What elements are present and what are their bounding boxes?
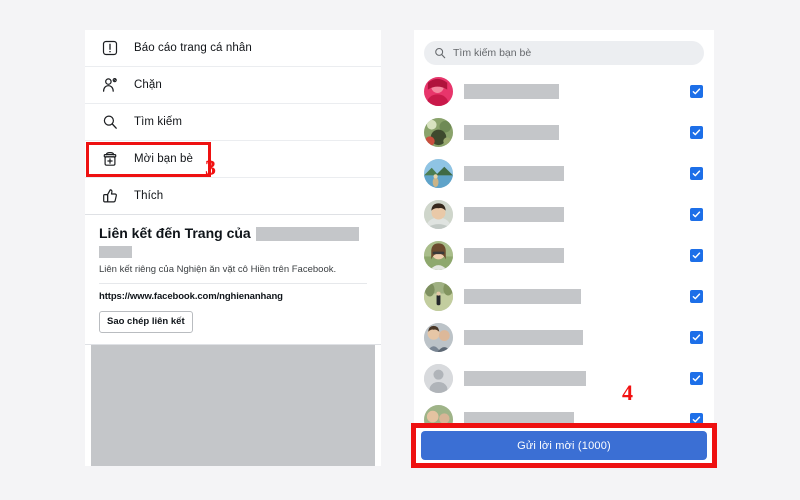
friend-checkbox[interactable] <box>690 249 703 262</box>
avatar-flowers <box>424 118 453 147</box>
report-icon <box>99 37 121 59</box>
menu-item-like[interactable]: Thích <box>85 178 381 215</box>
friend-list-item[interactable] <box>414 317 714 358</box>
redacted-friend-name <box>464 248 564 263</box>
redacted-page-name-line2-wrap <box>99 242 367 260</box>
redacted-friend-name <box>464 371 586 386</box>
friend-checkbox[interactable] <box>690 331 703 344</box>
step-4-annotation: 4 <box>622 380 633 405</box>
redacted-friend-name <box>464 289 581 304</box>
send-invites-button[interactable]: Gửi lời mời (1000) <box>421 431 707 460</box>
friend-list <box>414 71 714 440</box>
redacted-friend-name <box>464 166 564 181</box>
redacted-friend-name <box>464 207 564 222</box>
friend-checkbox[interactable] <box>690 85 703 98</box>
friend-list-item[interactable] <box>414 194 714 235</box>
avatar-default-person <box>424 364 453 393</box>
friend-list-item[interactable] <box>414 276 714 317</box>
friend-list-item[interactable] <box>414 153 714 194</box>
page-options-panel: Báo cáo trang cá nhân Chặn Tìm kiếm Mời … <box>85 30 381 466</box>
invite-friends-panel: Tìm kiếm bạn bè <box>414 30 714 466</box>
friend-checkbox[interactable] <box>690 167 703 180</box>
menu-item-block[interactable]: Chặn <box>85 67 381 104</box>
friend-list-item[interactable] <box>414 112 714 153</box>
menu-item-search[interactable]: Tìm kiếm <box>85 104 381 141</box>
avatar-woman-red <box>424 77 453 106</box>
menu-item-invite-friends[interactable]: Mời bạn bè <box>85 141 381 178</box>
page-link-title: Liên kết đến Trang của <box>99 225 367 242</box>
redacted-page-name <box>255 226 359 241</box>
thumbs-up-icon <box>99 185 121 207</box>
redacted-page-name-line2 <box>99 245 132 258</box>
page-link-section: Liên kết đến Trang của Liên kết riêng củ… <box>85 215 381 345</box>
avatar-lake-scene <box>424 159 453 188</box>
step-3-annotation: 3 <box>205 155 216 180</box>
page-link-description: Liên kết riêng của Nghiện ăn vặt cô Hiền… <box>99 264 337 275</box>
page-options-menu: Báo cáo trang cá nhân Chặn Tìm kiếm Mời … <box>85 30 381 215</box>
menu-item-label: Mời bạn bè <box>134 153 194 165</box>
friend-list-item[interactable] <box>414 235 714 276</box>
friend-checkbox[interactable] <box>690 290 703 303</box>
content-placeholder-block <box>91 345 375 466</box>
friend-list-item[interactable] <box>414 358 714 399</box>
page-link-url: https://www.facebook.com/nghienanhang <box>99 291 283 302</box>
redacted-friend-name <box>464 84 559 99</box>
avatar-couple <box>424 323 453 352</box>
copy-link-button[interactable]: Sao chép liên kết <box>99 311 193 333</box>
search-icon <box>99 111 121 133</box>
avatar-young-man <box>424 200 453 229</box>
menu-item-label: Thích <box>134 190 164 202</box>
friend-search-box[interactable]: Tìm kiếm bạn bè <box>424 41 704 65</box>
friend-checkbox[interactable] <box>690 208 703 221</box>
friend-checkbox[interactable] <box>690 372 703 385</box>
redacted-friend-name <box>464 125 559 140</box>
menu-item-label: Báo cáo trang cá nhân <box>134 42 252 54</box>
redacted-friend-name <box>464 330 583 345</box>
menu-item-label: Chặn <box>134 79 162 91</box>
divider <box>99 283 367 284</box>
search-icon <box>435 47 446 59</box>
avatar-field-person <box>424 282 453 311</box>
friend-list-item[interactable] <box>414 71 714 112</box>
friend-search-wrap: Tìm kiếm bạn bè <box>414 30 714 71</box>
menu-item-label: Tìm kiếm <box>134 116 183 128</box>
screenshot-stage: Báo cáo trang cá nhân Chặn Tìm kiếm Mời … <box>0 0 800 500</box>
menu-item-report[interactable]: Báo cáo trang cá nhân <box>85 30 381 67</box>
avatar-woman-glasses <box>424 241 453 270</box>
page-link-title-text: Liên kết đến Trang của <box>99 225 251 241</box>
friend-search-input[interactable]: Tìm kiếm bạn bè <box>453 47 531 59</box>
friend-checkbox[interactable] <box>690 126 703 139</box>
block-user-icon <box>99 74 121 96</box>
invite-friend-icon <box>99 148 121 170</box>
